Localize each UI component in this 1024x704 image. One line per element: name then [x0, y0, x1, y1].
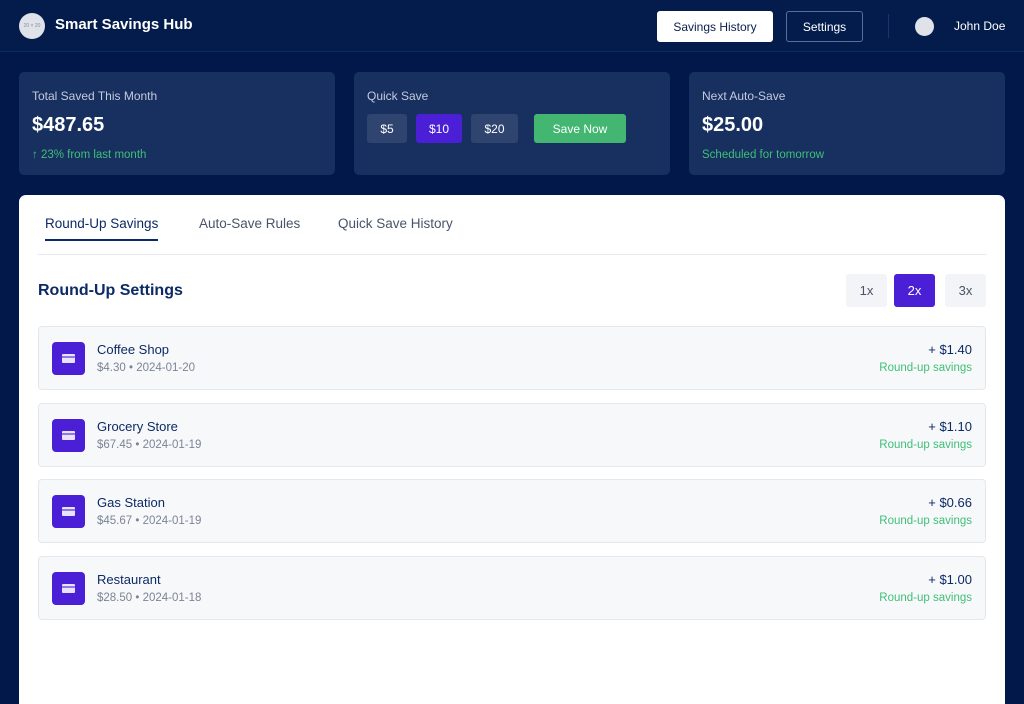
transaction-savings: + $1.10 — [928, 419, 972, 434]
multiplier-2x-button[interactable]: 2x — [894, 274, 935, 307]
credit-card-icon — [52, 495, 85, 528]
transaction-name: Restaurant — [97, 572, 161, 587]
transaction-row[interactable]: Restaurant $28.50 • 2024-01-18 + $1.00 R… — [38, 556, 986, 620]
transaction-row[interactable]: Gas Station $45.67 • 2024-01-19 + $0.66 … — [38, 479, 986, 543]
quick-save-10-button[interactable]: $10 — [416, 114, 462, 143]
transaction-tag: Round-up savings — [879, 362, 972, 374]
savings-history-button[interactable]: Savings History — [657, 11, 773, 42]
user-name[interactable]: John Doe — [954, 19, 1005, 33]
total-saved-card: Total Saved This Month $487.65 ↑ 23% fro… — [19, 72, 335, 175]
quick-save-20-button[interactable]: $20 — [471, 114, 518, 143]
transaction-meta: $4.30 • 2024-01-20 — [97, 362, 196, 374]
transaction-row[interactable]: Grocery Store $67.45 • 2024-01-19 + $1.1… — [38, 403, 986, 467]
transaction-tag: Round-up savings — [879, 592, 972, 604]
tab-auto-save-rules[interactable]: Auto-Save Rules — [199, 216, 300, 239]
total-saved-change: ↑ 23% from last month — [32, 149, 147, 161]
settings-button[interactable]: Settings — [786, 11, 863, 42]
total-saved-value: $487.65 — [32, 114, 105, 136]
transaction-tag: Round-up savings — [879, 515, 972, 527]
quick-save-card: Quick Save $5 $10 $20 Save Now — [354, 72, 670, 175]
user-avatar[interactable] — [915, 17, 934, 36]
app-title: Smart Savings Hub — [55, 16, 193, 33]
transaction-savings: + $0.66 — [928, 495, 972, 510]
quick-save-5-button[interactable]: $5 — [367, 114, 407, 143]
quick-save-label: Quick Save — [367, 89, 429, 103]
transaction-row[interactable]: Coffee Shop $4.30 • 2024-01-20 + $1.40 R… — [38, 326, 986, 390]
save-now-button[interactable]: Save Now — [534, 114, 626, 143]
next-auto-save-label: Next Auto-Save — [702, 89, 786, 103]
section-title: Round-Up Settings — [38, 282, 183, 299]
tab-bar: Round-Up Savings Auto-Save Rules Quick S… — [38, 195, 986, 255]
credit-card-icon — [52, 572, 85, 605]
transaction-meta: $45.67 • 2024-01-19 — [97, 515, 202, 527]
main-panel: Round-Up Savings Auto-Save Rules Quick S… — [19, 195, 1005, 704]
multiplier-1x-button[interactable]: 1x — [846, 274, 887, 307]
transaction-name: Gas Station — [97, 495, 165, 510]
tab-quick-save-history[interactable]: Quick Save History — [338, 216, 453, 239]
transaction-name: Grocery Store — [97, 419, 178, 434]
multiplier-3x-button[interactable]: 3x — [945, 274, 986, 307]
total-saved-label: Total Saved This Month — [32, 89, 158, 103]
tab-round-up-savings[interactable]: Round-Up Savings — [45, 216, 159, 241]
transaction-meta: $28.50 • 2024-01-18 — [97, 592, 202, 604]
transaction-name: Coffee Shop — [97, 342, 170, 357]
next-auto-save-value: $25.00 — [702, 114, 764, 136]
app-header: 20 × 20 Smart Savings Hub Savings Histor… — [0, 0, 1024, 52]
transaction-tag: Round-up savings — [879, 439, 972, 451]
next-auto-save-card: Next Auto-Save $25.00 Scheduled for tomo… — [689, 72, 1005, 175]
credit-card-icon — [52, 419, 85, 452]
logo-icon: 20 × 20 — [19, 13, 45, 39]
transaction-meta: $67.45 • 2024-01-19 — [97, 439, 202, 451]
credit-card-icon — [52, 342, 85, 375]
transaction-savings: + $1.40 — [928, 342, 972, 357]
next-auto-save-schedule: Scheduled for tomorrow — [702, 149, 825, 161]
transaction-savings: + $1.00 — [928, 572, 972, 587]
header-divider — [888, 14, 889, 38]
